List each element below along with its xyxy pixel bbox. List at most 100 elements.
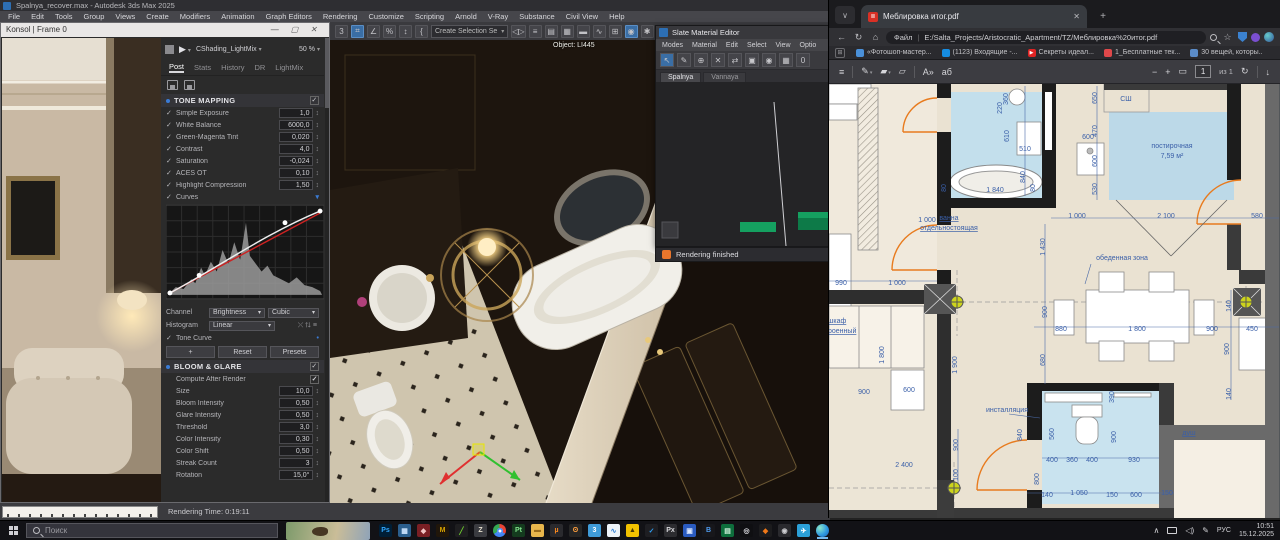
material-editor-icon[interactable]: ◉: [625, 25, 638, 38]
section-checkbox[interactable]: ✓: [310, 96, 319, 105]
rotate-icon[interactable]: ↻: [1241, 66, 1249, 77]
checkbox-icon[interactable]: ✓: [166, 193, 173, 201]
mirror-icon[interactable]: ◁▷: [511, 25, 525, 38]
tab-close-icon[interactable]: ✕: [1073, 12, 1080, 21]
menu-views[interactable]: Views: [115, 12, 135, 21]
taskbar-app-chrome[interactable]: [492, 522, 507, 539]
refresh-icon[interactable]: ↻: [852, 32, 865, 43]
profile-avatar[interactable]: [1264, 32, 1274, 42]
bloom-glare-header[interactable]: BLOOM & GLARE ✓: [161, 360, 324, 373]
spinner-icon[interactable]: ↕: [316, 110, 320, 117]
menu-tools[interactable]: Tools: [55, 12, 73, 21]
close-icon[interactable]: ✕: [310, 23, 317, 37]
sme-menu-select[interactable]: Select: [747, 42, 766, 49]
spinner-icon[interactable]: ↕: [316, 424, 320, 431]
display-icon[interactable]: [1167, 527, 1177, 534]
taskbar-app-zbrush[interactable]: Z: [473, 522, 488, 539]
spinner-icon[interactable]: ↕: [316, 472, 320, 479]
scene-explorer-icon[interactable]: ▤: [545, 25, 558, 38]
spinner-icon[interactable]: ↕: [316, 412, 320, 419]
curve-editor-icon[interactable]: ∿: [593, 25, 606, 38]
adblock-shield-icon[interactable]: [1238, 32, 1247, 42]
start-render-button[interactable]: ▶▾: [179, 44, 191, 55]
vfb-tab-dr[interactable]: DR: [254, 63, 265, 72]
spinner-icon[interactable]: ↕: [316, 158, 320, 165]
reset-button[interactable]: Reset: [218, 346, 267, 358]
sme-menu-material[interactable]: Material: [692, 42, 717, 49]
checkbox-icon[interactable]: ✓: [166, 181, 173, 189]
menu-substance[interactable]: Substance: [519, 12, 554, 21]
presets-button[interactable]: Presets: [270, 346, 319, 358]
param-value[interactable]: 3,0: [279, 422, 313, 432]
clock[interactable]: 10:51 15.12.2025: [1239, 523, 1274, 539]
taskbar-app-blue-check[interactable]: ✓: [644, 522, 659, 539]
taskbar-app-photos[interactable]: ∿: [606, 522, 621, 539]
sme-menu-optio[interactable]: Optio: [800, 42, 817, 49]
vfb-tab-stats[interactable]: Stats: [194, 63, 211, 72]
menu-rendering[interactable]: Rendering: [323, 12, 358, 21]
checkbox-icon[interactable]: ✓: [166, 121, 173, 129]
vfb-tab-lightmix[interactable]: LightMix: [275, 63, 303, 72]
assign-material-icon[interactable]: ⊕: [694, 53, 708, 67]
taskbar-app-red-book[interactable]: ◆: [416, 522, 431, 539]
back-icon[interactable]: ←: [835, 32, 848, 42]
align-icon[interactable]: ≡: [529, 25, 542, 38]
param-value[interactable]: 0,30: [279, 434, 313, 444]
show-grid-icon[interactable]: ▦: [779, 53, 793, 67]
menu-customize[interactable]: Customize: [368, 12, 403, 21]
menu-scripting[interactable]: Scripting: [415, 12, 444, 21]
taskbar-app-utorrent[interactable]: µ: [549, 522, 564, 539]
taskbar-app-photoshop[interactable]: Ps: [378, 522, 393, 539]
spinner-icon[interactable]: ↕: [316, 460, 320, 467]
taskbar-app-pt-green[interactable]: Pt: [511, 522, 526, 539]
menu-graph-editors[interactable]: Graph Editors: [266, 12, 312, 21]
interpolation-dropdown[interactable]: Cubic▾: [268, 308, 319, 318]
menu-create[interactable]: Create: [146, 12, 169, 21]
read-aloud-icon[interactable]: A»: [923, 67, 934, 77]
minimize-icon[interactable]: —: [271, 23, 279, 37]
spinner-icon[interactable]: ↕: [316, 134, 320, 141]
param-value[interactable]: 0,50: [279, 410, 313, 420]
menu-modifiers[interactable]: Modifiers: [180, 12, 210, 21]
tone-mapping-header[interactable]: TONE MAPPING ✓: [161, 94, 324, 107]
snaps-toggle-icon[interactable]: 3: [335, 25, 348, 38]
render-setup-icon[interactable]: ✱: [641, 25, 654, 38]
language-indicator[interactable]: РУС: [1217, 527, 1231, 534]
layer-explorer-icon[interactable]: ▦: [561, 25, 574, 38]
zoom-in-icon[interactable]: +: [1165, 67, 1170, 77]
checkbox[interactable]: ✓: [310, 375, 319, 384]
extension-icon[interactable]: [1251, 33, 1260, 42]
maximize-icon[interactable]: ▢: [291, 23, 299, 37]
tray-chevron-icon[interactable]: ∧: [1154, 526, 1160, 535]
param-value[interactable]: 6000,0: [279, 120, 313, 130]
bookmark-item[interactable]: 1_Бесплатные тек...: [1099, 49, 1185, 57]
bookmark-item[interactable]: ▶Секреты идеал...: [1023, 49, 1099, 57]
schematic-view-icon[interactable]: ⊞: [609, 25, 622, 38]
angle-snap-icon[interactable]: ∠: [367, 25, 380, 38]
snaps-toggle-25d-icon[interactable]: ⌗: [351, 25, 364, 38]
checkbox-icon[interactable]: ✓: [166, 133, 173, 141]
section-checkbox[interactable]: ✓: [310, 362, 319, 371]
spinner-icon[interactable]: ↕: [316, 436, 320, 443]
bookmark-item[interactable]: 30 вещей, которы..: [1185, 49, 1267, 57]
save-all-icon[interactable]: [184, 80, 195, 90]
vfb-tab-history[interactable]: History: [221, 63, 244, 72]
navigator-icon[interactable]: [662, 222, 678, 238]
taskbar-app-3dsmax[interactable]: M: [435, 522, 450, 539]
pdf-page-view[interactable]: 3602206105108401 8408080ваннаотдельносто…: [829, 84, 1280, 518]
spinner-icon[interactable]: ↕: [316, 400, 320, 407]
taskbar-search-input[interactable]: Поиск: [26, 523, 278, 538]
taskbar-app-obs[interactable]: ◎: [739, 522, 754, 539]
taskbar-app-notepad-green[interactable]: ╱: [454, 522, 469, 539]
start-button[interactable]: [0, 521, 26, 540]
zoom-dropdown[interactable]: 50 %▾: [299, 46, 320, 53]
vfb-tab-post[interactable]: Post: [169, 62, 184, 73]
taskbar-app-telegram[interactable]: ✈: [796, 522, 811, 539]
checkbox-icon[interactable]: ✓: [166, 169, 173, 177]
sme-menu-modes[interactable]: Modes: [662, 42, 683, 49]
move-children-icon[interactable]: ⇄: [728, 53, 742, 67]
menu-edit[interactable]: Edit: [31, 12, 44, 21]
spinner-icon[interactable]: ↕: [316, 182, 320, 189]
param-value[interactable]: 3: [279, 458, 313, 468]
menu-file[interactable]: File: [8, 12, 20, 21]
